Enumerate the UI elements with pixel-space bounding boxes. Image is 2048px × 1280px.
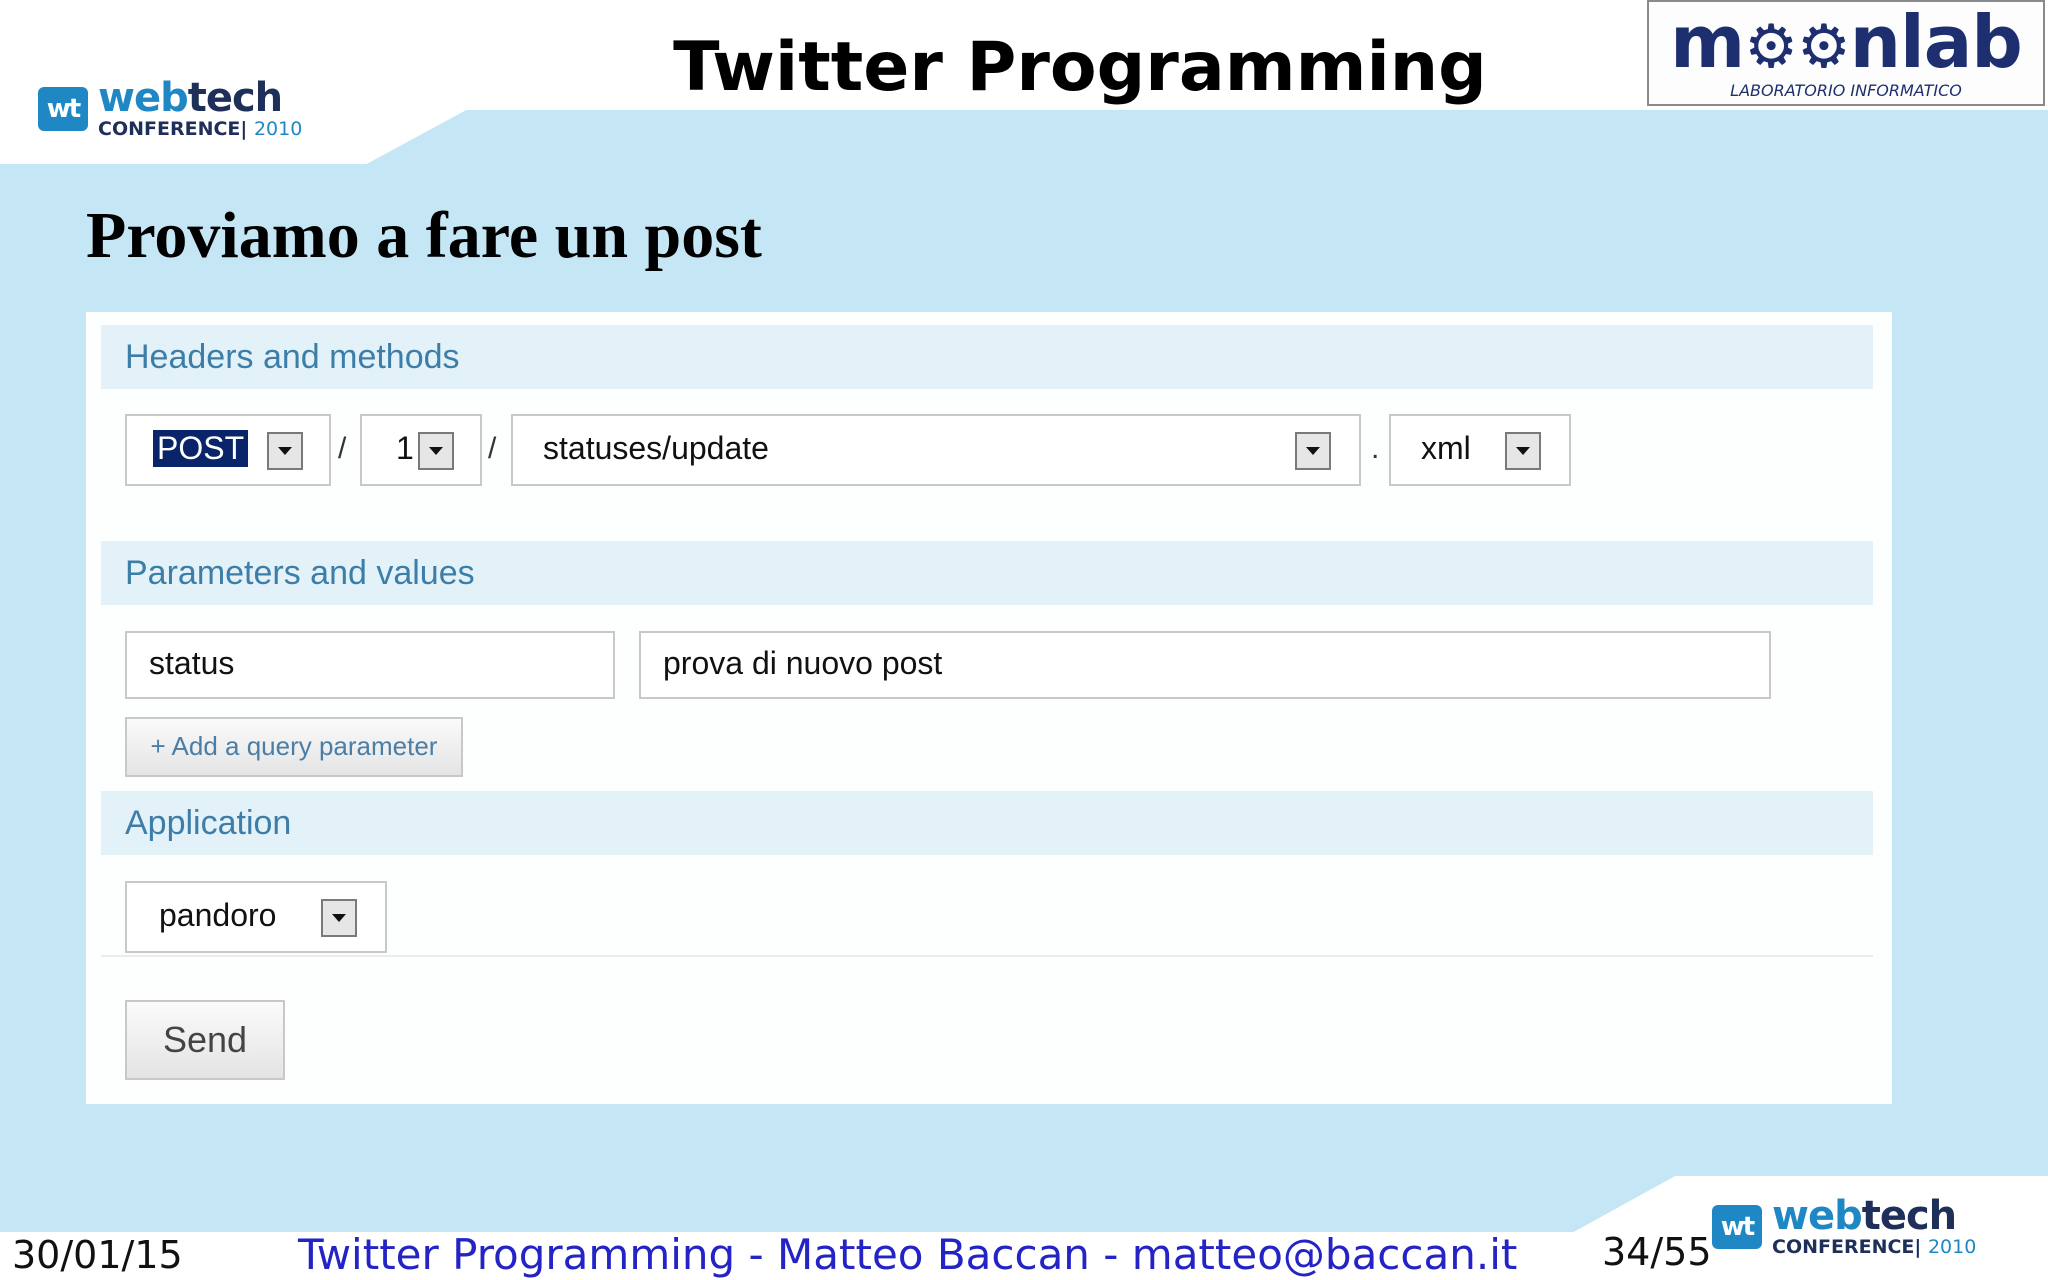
webtech-sep: |	[1914, 1236, 1922, 1258]
format-value: xml	[1421, 430, 1471, 466]
application-select[interactable]: pandoro	[125, 881, 387, 953]
footer-page-number: 34/55	[1602, 1230, 1712, 1274]
api-console-panel: Headers and methods POST / 1 / statuses/…	[86, 312, 1892, 1104]
moonlab-word-end: nlab	[1849, 0, 2023, 84]
param-name-field[interactable]: status	[125, 631, 615, 699]
endpoint-value: statuses/update	[543, 430, 769, 466]
webtech-year: 2010	[253, 118, 303, 140]
webtech-badge: wt	[1712, 1204, 1762, 1249]
webtech-logo-top: wt webtech CONFERENCE| 2010	[38, 78, 302, 139]
chevron-down-icon[interactable]	[1295, 432, 1331, 470]
webtech-word-tech: tech	[1861, 1193, 1957, 1239]
content-heading: Proviamo a fare un post	[86, 199, 762, 272]
chevron-down-icon[interactable]	[267, 432, 303, 470]
method-value: POST	[153, 430, 249, 467]
webtech-logo-bottom: wt webtech CONFERENCE| 2010	[1712, 1196, 1976, 1257]
format-select[interactable]: xml	[1389, 414, 1571, 486]
section-parameters-and-values: Parameters and values	[101, 541, 1873, 605]
separator-slash: /	[338, 432, 347, 465]
footer-author-link[interactable]: Twitter Programming - Matteo Baccan - ma…	[298, 1230, 1517, 1279]
separator-slash: /	[488, 432, 497, 465]
moonlab-logo: m⚙⚙nlab LABORATORIO INFORMATICO	[1647, 0, 2045, 106]
application-value: pandoro	[159, 897, 277, 933]
separator-dot: .	[1371, 432, 1380, 465]
endpoint-select[interactable]: statuses/update	[511, 414, 1361, 486]
version-select[interactable]: 1	[360, 414, 482, 486]
webtech-sub: CONFERENCE	[98, 118, 241, 140]
param-value-field[interactable]: prova di nuovo post	[639, 631, 1771, 699]
webtech-word-tech: tech	[187, 75, 283, 121]
section-application: Application	[101, 791, 1873, 855]
webtech-sub: CONFERENCE	[1772, 1236, 1915, 1258]
moonlab-word-start: m	[1670, 0, 1745, 84]
chevron-down-icon[interactable]	[1505, 432, 1541, 470]
method-select[interactable]: POST	[125, 414, 331, 486]
section-headers-and-methods: Headers and methods	[101, 325, 1873, 389]
add-query-parameter-button[interactable]: + Add a query parameter	[125, 717, 463, 777]
webtech-word-web: web	[1772, 1193, 1863, 1239]
webtech-sep: |	[240, 118, 248, 140]
slide-title: Twitter Programming	[673, 28, 1487, 107]
webtech-year: 2010	[1927, 1236, 1977, 1258]
footer-date: 30/01/15	[12, 1233, 183, 1277]
send-button[interactable]: Send	[125, 1000, 285, 1080]
webtech-word-web: web	[98, 75, 189, 121]
webtech-badge: wt	[38, 86, 88, 131]
version-value: 1	[396, 430, 414, 466]
divider	[101, 955, 1873, 957]
chevron-down-icon[interactable]	[321, 899, 357, 937]
chevron-down-icon[interactable]	[418, 432, 454, 470]
gear-icon: ⚙⚙	[1744, 12, 1851, 82]
